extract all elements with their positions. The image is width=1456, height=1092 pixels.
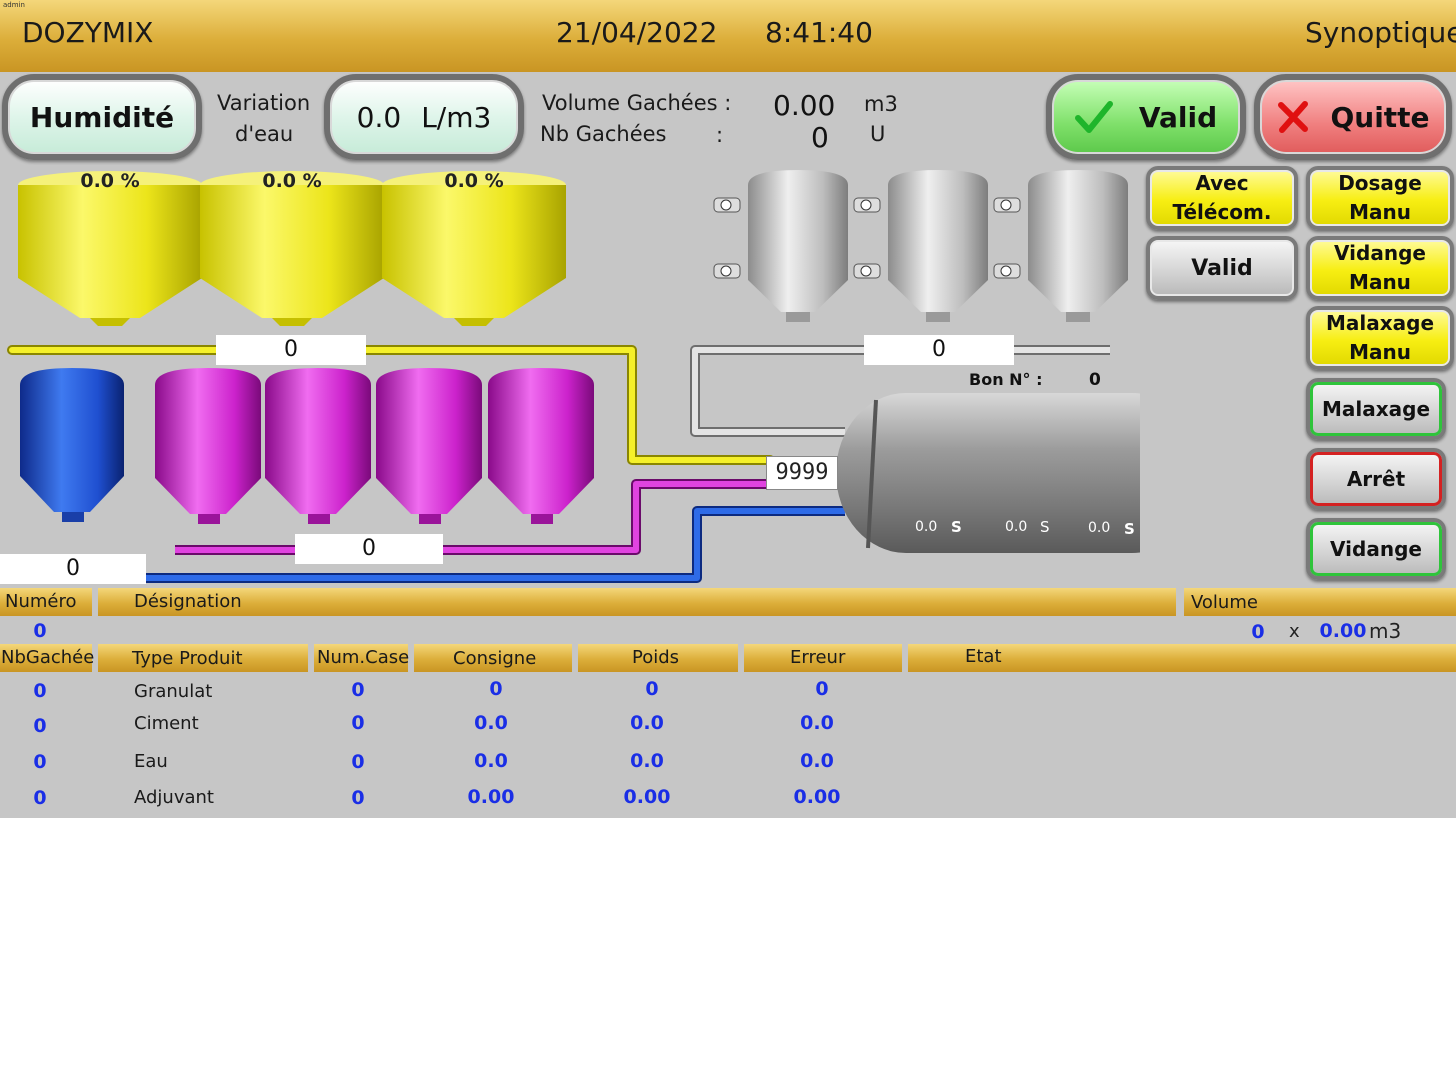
order-volume-unit: m3	[1369, 619, 1402, 643]
water-scale-display: 0	[0, 554, 146, 584]
row2-poids: 0.0	[630, 712, 664, 734]
bon-number-value: 0	[1089, 370, 1101, 390]
mixer-timer-1-value: 0.0	[915, 519, 938, 535]
additive-tank-4	[488, 368, 594, 524]
col-erreur: Erreur	[790, 647, 846, 668]
aggregate-silo-2	[200, 171, 384, 326]
header-numero: Numéro	[5, 591, 77, 612]
row1-consigne: 0	[489, 678, 503, 700]
bon-number-label: Bon N° :	[969, 370, 1043, 389]
row3-poids: 0.0	[630, 750, 664, 772]
malaxage-manu-line2: Manu	[1349, 340, 1411, 364]
row1-erreur: 0	[815, 678, 829, 700]
header-designation: Désignation	[134, 591, 242, 612]
quitte-button[interactable]: Quitte	[1254, 74, 1452, 160]
mixer-timer-2-value: 0.0	[1005, 519, 1028, 535]
additive-pipe	[175, 479, 770, 555]
avec-telecom-line1: Avec	[1195, 171, 1249, 195]
valid-button-label: Valid	[1138, 100, 1218, 134]
dosage-manu-line2: Manu	[1349, 200, 1411, 224]
mixer-timer-2-unit: S	[1040, 518, 1050, 536]
col-nbgachee: NbGachée	[1, 647, 95, 668]
row3-case: 0	[351, 751, 365, 773]
mixer-timer-3-value: 0.0	[1088, 520, 1111, 536]
vidange-manu-line1: Vidange	[1334, 241, 1426, 265]
cement-silo-1	[713, 170, 848, 322]
cement-silo-2	[853, 170, 988, 322]
row1-type: Granulat	[134, 681, 213, 702]
mixer-counter: 9999	[766, 456, 838, 490]
water-tank	[20, 368, 124, 522]
aggregate-silo-2-level: 0.0 %	[262, 170, 322, 192]
header-designation-bg	[98, 588, 1176, 616]
malaxage-button-label: Malaxage	[1321, 396, 1431, 421]
row2-consigne: 0.0	[474, 712, 508, 734]
aggregate-silo-3-level: 0.0 %	[444, 170, 504, 192]
aggregate-silo-3	[382, 171, 566, 326]
row1-poids: 0	[645, 678, 659, 700]
aggregate-silo-1	[18, 171, 202, 326]
dosage-manu-line1: Dosage	[1338, 171, 1422, 195]
dosage-manu-button[interactable]: Dosage Manu	[1306, 166, 1454, 230]
cement-silo-3	[993, 170, 1128, 322]
order-volume-times: x	[1289, 621, 1300, 642]
row3-consigne: 0.0	[474, 750, 508, 772]
valid-side-button-label: Valid	[1191, 255, 1253, 281]
cement-scale-display: 0	[864, 335, 1014, 365]
avec-telecom-button[interactable]: Avec Télécom.	[1146, 166, 1298, 230]
row3-erreur: 0.0	[800, 750, 834, 772]
col-poids: Poids	[632, 647, 680, 668]
vidange-manu-button[interactable]: Vidange Manu	[1306, 236, 1454, 300]
row4-poids: 0.00	[623, 786, 671, 808]
row2-case: 0	[351, 712, 365, 734]
mixer-timer-1-unit: S	[951, 518, 962, 536]
row2-erreur: 0.0	[800, 712, 834, 734]
arret-button-label: Arrêt	[1346, 466, 1406, 491]
vidange-button[interactable]: Vidange	[1306, 518, 1446, 580]
row4-type: Adjuvant	[134, 787, 214, 808]
row4-consigne: 0.00	[467, 786, 515, 808]
vidange-manu-line2: Manu	[1349, 270, 1411, 294]
col-etat: Etat	[965, 646, 1002, 667]
col-consigne: Consigne	[453, 648, 537, 669]
valid-side-button[interactable]: Valid	[1146, 236, 1298, 300]
quitte-button-label: Quitte	[1330, 100, 1430, 134]
synoptic-screen: admin DOZYMIX 21/04/2022 8:41:40 Synopti…	[0, 0, 1456, 818]
additive-scale-display: 0	[295, 534, 443, 564]
col-num-case: Num.Case	[317, 647, 410, 668]
additive-tank-1	[155, 368, 261, 524]
malaxage-button[interactable]: Malaxage	[1306, 378, 1446, 440]
header-volume: Volume	[1191, 592, 1258, 613]
row2-nb: 0	[33, 715, 47, 737]
row2-type: Ciment	[134, 713, 199, 734]
row4-nb: 0	[33, 787, 47, 809]
cross-icon	[1278, 101, 1309, 133]
row3-nb: 0	[33, 751, 47, 773]
order-volume-count: 0	[1251, 621, 1265, 643]
col-type-produit: Type Produit	[132, 648, 243, 669]
vidange-button-label: Vidange	[1330, 536, 1422, 561]
row4-case: 0	[351, 787, 365, 809]
malaxage-manu-button[interactable]: Malaxage Manu	[1306, 306, 1454, 370]
row1-nb: 0	[33, 680, 47, 702]
row4-erreur: 0.00	[793, 786, 841, 808]
aggregate-scale-display: 0	[216, 335, 366, 365]
malaxage-manu-line1: Malaxage	[1325, 311, 1435, 335]
screen-title: Synoptique	[1305, 16, 1456, 49]
order-volume-value: 0.00	[1319, 620, 1367, 642]
order-numero-value: 0	[33, 620, 47, 642]
plant-diagram	[0, 170, 1140, 583]
mixer-timer-3-unit: S	[1124, 520, 1135, 538]
avec-telecom-line2: Télécom.	[1172, 200, 1272, 224]
additive-tank-3	[376, 368, 482, 524]
row1-case: 0	[351, 679, 365, 701]
row3-type: Eau	[134, 751, 168, 772]
additive-tank-2	[265, 368, 371, 524]
arret-button[interactable]: Arrêt	[1306, 448, 1446, 510]
aggregate-silo-1-level: 0.0 %	[80, 170, 140, 192]
